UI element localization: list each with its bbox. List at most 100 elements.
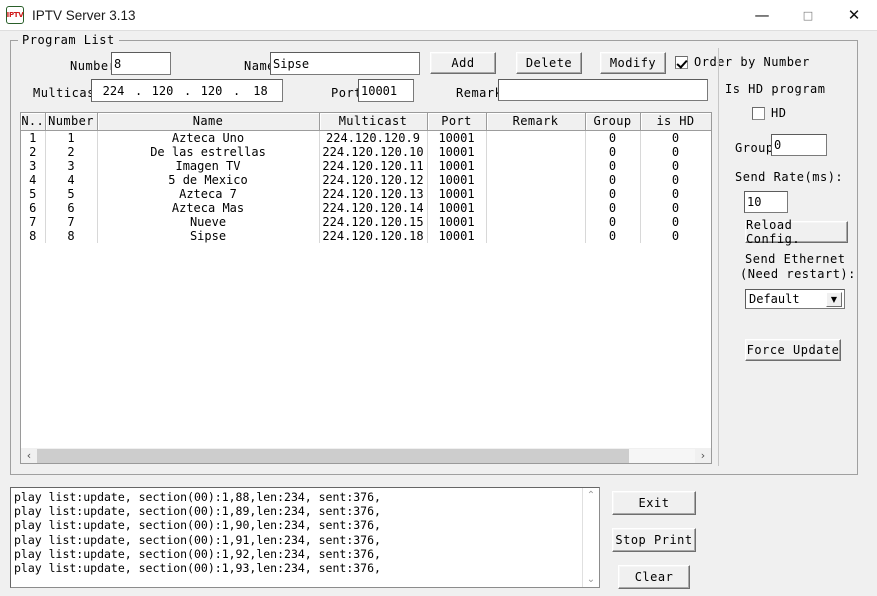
cell-remark — [486, 229, 586, 243]
number-input[interactable]: 8 — [111, 52, 171, 75]
ethernet-select[interactable]: Default ▼ — [745, 289, 845, 309]
send-rate-input[interactable]: 10 — [744, 191, 788, 213]
cell-remark — [486, 187, 586, 201]
col-header-n[interactable]: N.. — [21, 113, 46, 131]
modify-button[interactable]: Modify — [600, 52, 666, 74]
minimize-icon[interactable]: — — [739, 0, 785, 36]
checkbox-icon-unchecked[interactable] — [752, 106, 765, 120]
title-bar: IPTV IPTV Server 3.13 — □ ✕ — [0, 0, 877, 31]
cell-n: 2 — [21, 145, 46, 159]
table-row[interactable]: 6 6 Azteca Mas 224.120.120.14 10001 0 0 — [21, 201, 711, 215]
multicast-octet-3[interactable]: 120 — [190, 84, 233, 98]
col-header-remark[interactable]: Remark — [486, 113, 586, 131]
cell-is-hd: 0 — [640, 215, 711, 229]
cell-group: 0 — [585, 229, 641, 243]
cell-name: Azteca Mas — [97, 201, 320, 215]
cell-number: 7 — [45, 215, 98, 229]
col-header-is-hd[interactable]: is HD — [640, 113, 711, 131]
table-row[interactable]: 3 3 Imagen TV 224.120.120.11 10001 0 0 — [21, 159, 711, 173]
scroll-up-icon[interactable]: ⌃ — [587, 488, 595, 503]
cell-is-hd: 0 — [640, 229, 711, 243]
clear-button[interactable]: Clear — [618, 565, 690, 589]
col-header-name[interactable]: Name — [97, 113, 320, 131]
cell-port: 10001 — [427, 201, 487, 215]
multicast-input[interactable]: 224 . 120 . 120 . 18 — [91, 79, 283, 102]
cell-is-hd: 0 — [640, 187, 711, 201]
cell-n: 5 — [21, 187, 46, 201]
multicast-octet-1[interactable]: 224 — [92, 84, 135, 98]
cell-name: Azteca Uno — [97, 130, 320, 145]
cell-number: 2 — [45, 145, 98, 159]
cell-n: 3 — [21, 159, 46, 173]
reload-config-button[interactable]: Reload Config. — [745, 218, 848, 246]
cell-n: 7 — [21, 215, 46, 229]
cell-number: 4 — [45, 173, 98, 187]
delete-button[interactable]: Delete — [516, 52, 582, 74]
port-input[interactable]: 10001 — [358, 79, 414, 102]
cell-number: 1 — [45, 130, 98, 145]
cell-name: Sipse — [97, 229, 320, 243]
cell-multicast: 224.120.120.18 — [319, 229, 428, 243]
maximize-icon[interactable]: □ — [785, 0, 831, 30]
cell-is-hd: 0 — [640, 201, 711, 215]
col-header-number[interactable]: Number — [45, 113, 98, 131]
add-button[interactable]: Add — [430, 52, 496, 74]
cell-port: 10001 — [427, 159, 487, 173]
program-grid: N.. Number Name Multicast Port Remark Gr… — [21, 113, 711, 243]
table-row[interactable]: 2 2 De las estrellas 224.120.120.10 1000… — [21, 145, 711, 159]
group-input[interactable]: 0 — [771, 134, 827, 156]
cell-n: 6 — [21, 201, 46, 215]
close-icon[interactable]: ✕ — [831, 0, 877, 30]
order-by-number-checkbox[interactable]: Order by Number — [675, 55, 810, 69]
scroll-right-icon[interactable]: › — [695, 449, 711, 463]
stop-print-button[interactable]: Stop Print — [612, 528, 696, 552]
program-table[interactable]: N.. Number Name Multicast Port Remark Gr… — [20, 112, 712, 462]
cell-port: 10001 — [427, 173, 487, 187]
table-horizontal-scrollbar[interactable]: ‹ › — [20, 448, 712, 464]
force-update-button[interactable]: Force Update — [745, 339, 841, 361]
cell-multicast: 224.120.120.14 — [319, 201, 428, 215]
chevron-down-icon[interactable]: ▼ — [826, 292, 842, 307]
multicast-octet-4[interactable]: 18 — [239, 84, 282, 98]
panel-divider — [718, 48, 719, 466]
table-body: 1 1 Azteca Uno 224.120.120.9 10001 0 0 2… — [21, 130, 711, 243]
hd-checkbox[interactable]: HD — [752, 106, 786, 120]
cell-remark — [486, 130, 586, 145]
cell-name: De las estrellas — [97, 145, 320, 159]
program-list-title: Program List — [18, 33, 119, 47]
send-rate-label: Send Rate(ms): — [735, 170, 844, 184]
scroll-left-icon[interactable]: ‹ — [21, 449, 37, 463]
col-header-group[interactable]: Group — [585, 113, 641, 131]
cell-name: Imagen TV — [97, 159, 320, 173]
hscroll-thumb[interactable] — [37, 448, 630, 463]
cell-number: 5 — [45, 187, 98, 201]
cell-group: 0 — [585, 215, 641, 229]
col-header-port[interactable]: Port — [427, 113, 487, 131]
log-vertical-scrollbar[interactable]: ⌃ ⌄ — [582, 488, 599, 587]
checkbox-icon-checked[interactable] — [675, 55, 688, 69]
order-by-number-label: Order by Number — [694, 55, 810, 69]
table-row[interactable]: 7 7 Nueve 224.120.120.15 10001 0 0 — [21, 215, 711, 229]
table-row[interactable]: 1 1 Azteca Uno 224.120.120.9 10001 0 0 — [21, 130, 711, 145]
scroll-down-icon[interactable]: ⌄ — [587, 572, 595, 587]
window-title: IPTV Server 3.13 — [32, 7, 136, 23]
cell-multicast: 224.120.120.10 — [319, 145, 428, 159]
cell-remark — [486, 159, 586, 173]
table-header-row: N.. Number Name Multicast Port Remark Gr… — [21, 113, 711, 131]
table-row[interactable]: 4 4 5 de Mexico 224.120.120.12 10001 0 0 — [21, 173, 711, 187]
cell-multicast: 224.120.120.9 — [319, 130, 428, 145]
hscroll-track[interactable] — [37, 448, 695, 463]
exit-button[interactable]: Exit — [612, 491, 696, 515]
cell-group: 0 — [585, 145, 641, 159]
remark-label: Remark — [456, 86, 503, 100]
cell-multicast: 224.120.120.11 — [319, 159, 428, 173]
table-row[interactable]: 5 5 Azteca 7 224.120.120.13 10001 0 0 — [21, 187, 711, 201]
name-input[interactable]: Sipse — [270, 52, 420, 75]
table-row[interactable]: 8 8 Sipse 224.120.120.18 10001 0 0 — [21, 229, 711, 243]
multicast-octet-2[interactable]: 120 — [141, 84, 184, 98]
log-output-panel[interactable]: play list:update, section(00):1,88,len:2… — [10, 487, 600, 588]
col-header-multicast[interactable]: Multicast — [319, 113, 428, 131]
send-ethernet-label-line1: Send Ethernet — [745, 252, 846, 266]
remark-input[interactable] — [498, 79, 708, 101]
cell-name: Nueve — [97, 215, 320, 229]
